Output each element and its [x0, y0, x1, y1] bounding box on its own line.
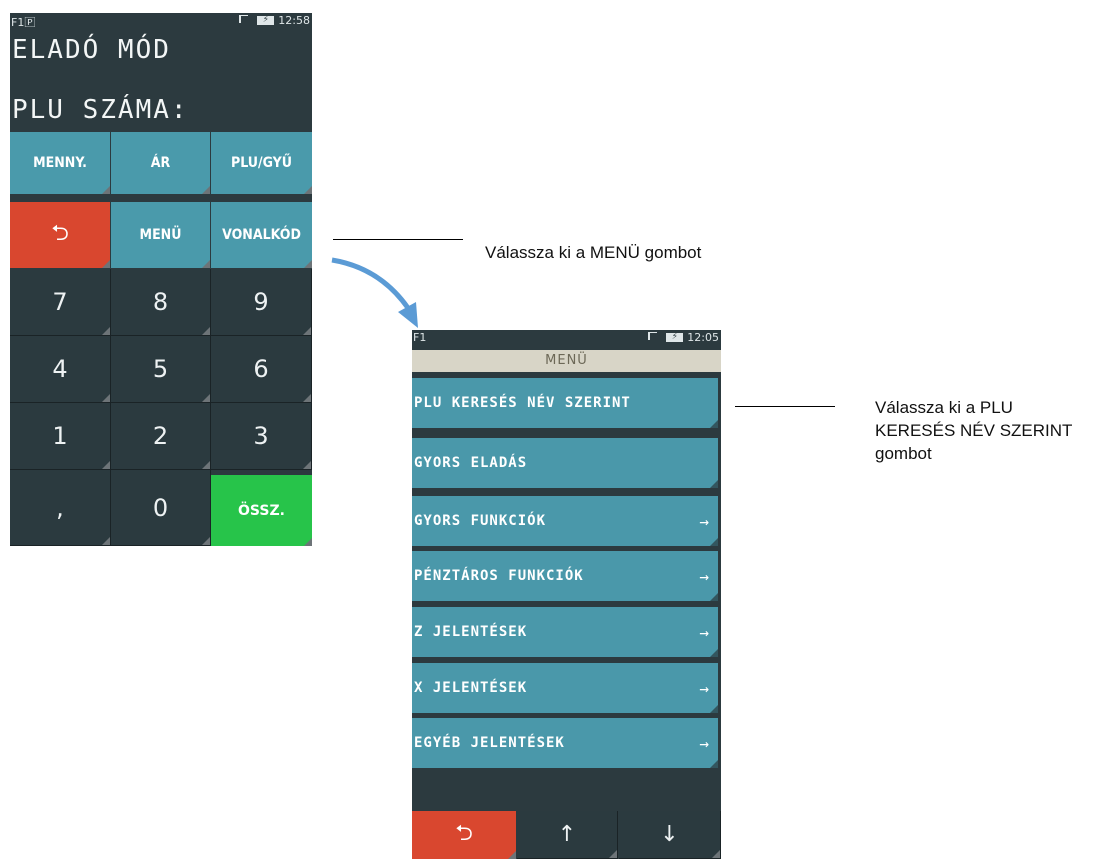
arrow-up-icon: ↑ [557, 822, 577, 847]
key-5[interactable]: 5 [111, 336, 211, 403]
callout-text-1: Válassza ki a MENÜ gombot [485, 243, 702, 262]
callout-text-2-line2: KERESÉS NÉV SZERINT [875, 421, 1073, 440]
menu-screen: F1 ⚡ 12:05 MENÜ PLU KERESÉS NÉV SZERINT … [412, 330, 721, 859]
status-left-text: F1 [413, 331, 427, 344]
callout-line-1 [333, 239, 463, 240]
status-bar: F1🄿 ⚡ 12:58 [10, 13, 312, 31]
seller-mode-screen: F1🄿 ⚡ 12:58 ELADÓ MÓD PLU SZÁMA: MENNY. … [10, 13, 312, 546]
barcode-label: VONALKÓD [222, 227, 301, 243]
curved-arrow-icon [331, 257, 418, 328]
callout-line-2 [735, 406, 835, 407]
menu-item-label: Z JELENTÉSEK [414, 624, 528, 640]
key-1[interactable]: 1 [10, 403, 111, 470]
menu-title: MENÜ [412, 350, 721, 372]
key-0-label: 0 [152, 493, 169, 522]
total-button[interactable]: ÖSSZ. [211, 475, 312, 546]
key-7[interactable]: 7 [10, 269, 111, 336]
bottom-toolbar: ⮌ ↑ ↓ [412, 811, 721, 859]
menu-item-label: PÉNZTÁROS FUNKCIÓK [414, 568, 584, 584]
menu-item-label: EGYÉB JELENTÉSEK [414, 735, 565, 751]
callout-text-2-line3: gombot [875, 444, 932, 463]
menu-item-plu-search[interactable]: PLU KERESÉS NÉV SZERINT [412, 378, 718, 428]
key-6-label: 6 [253, 355, 269, 383]
menu-item-label: GYORS FUNKCIÓK [414, 513, 547, 529]
status-time: 12:58 [278, 14, 310, 27]
arrow-down-icon: ↓ [660, 822, 679, 847]
key-3[interactable]: 3 [211, 403, 312, 470]
arrow-right-icon: → [699, 678, 710, 698]
back-arrow-icon: ⮌ [455, 821, 473, 846]
signal-icon [239, 15, 253, 26]
menu-item-z-reports[interactable]: Z JELENTÉSEK → [412, 607, 718, 657]
arrow-right-icon: → [699, 511, 710, 531]
key-comma[interactable]: , [10, 470, 111, 546]
battery-charging-icon: ⚡ [666, 333, 684, 342]
menu-item-quick-functions[interactable]: GYORS FUNKCIÓK → [412, 496, 718, 546]
arrow-right-icon: → [699, 622, 710, 642]
price-label: ÁR [150, 155, 171, 171]
battery-charging-icon: ⚡ [257, 16, 275, 25]
key-9-label: 9 [253, 288, 269, 316]
quantity-label: MENNY. [33, 155, 87, 171]
menu-item-label: X JELENTÉSEK [414, 680, 528, 696]
quantity-button[interactable]: MENNY. [10, 132, 110, 194]
callout-text-2-line1: Válassza ki a PLU [875, 398, 1013, 417]
key-5-label: 5 [152, 355, 169, 383]
key-2-label: 2 [152, 422, 169, 450]
key-9[interactable]: 9 [211, 269, 312, 336]
menu-item-label: PLU KERESÉS NÉV SZERINT [414, 395, 631, 411]
key-2[interactable]: 2 [111, 403, 211, 470]
key-1-label: 1 [52, 422, 68, 450]
key-8-label: 8 [152, 288, 169, 316]
key-8[interactable]: 8 [111, 269, 211, 336]
plu-group-label: PLU/GYŰ [231, 155, 292, 171]
key-6[interactable]: 6 [211, 336, 312, 403]
signal-icon [648, 332, 662, 343]
menu-item-other-reports[interactable]: EGYÉB JELENTÉSEK → [412, 718, 718, 768]
menu-label: MENÜ [139, 227, 182, 243]
status-left-text: F1🄿 [11, 16, 36, 29]
menu-button[interactable]: MENÜ [111, 202, 210, 268]
mode-title: ELADÓ MÓD [12, 35, 171, 65]
status-bar: F1 ⚡ 12:05 [412, 330, 721, 348]
key-4-label: 4 [52, 355, 68, 383]
back-arrow-icon: ⮌ [51, 221, 69, 246]
key-0[interactable]: 0 [111, 470, 211, 546]
key-4[interactable]: 4 [10, 336, 111, 403]
key-comma-label: , [56, 493, 64, 522]
arrow-right-icon: → [699, 566, 710, 586]
plu-group-button[interactable]: PLU/GYŰ [211, 132, 312, 194]
key-7-label: 7 [52, 288, 68, 316]
menu-item-quick-sale[interactable]: GYORS ELADÁS [412, 438, 718, 488]
total-label: ÖSSZ. [238, 502, 285, 519]
price-button[interactable]: ÁR [111, 132, 210, 194]
back-button[interactable]: ⮌ [10, 202, 110, 268]
arrow-right-icon: → [699, 733, 710, 753]
menu-item-label: GYORS ELADÁS [414, 455, 528, 471]
scroll-down-button[interactable]: ↓ [619, 811, 721, 859]
status-time: 12:05 [687, 331, 719, 344]
menu-item-x-reports[interactable]: X JELENTÉSEK → [412, 663, 718, 713]
menu-item-cashier-functions[interactable]: PÉNZTÁROS FUNKCIÓK → [412, 551, 718, 601]
barcode-button[interactable]: VONALKÓD [211, 202, 312, 268]
scroll-up-button[interactable]: ↑ [517, 811, 618, 859]
callout-text-2: Válassza ki a PLU KERESÉS NÉV SZERINT go… [875, 396, 1072, 465]
back-button[interactable]: ⮌ [412, 811, 516, 859]
plu-prompt: PLU SZÁMA: [12, 95, 189, 125]
key-3-label: 3 [253, 422, 269, 450]
